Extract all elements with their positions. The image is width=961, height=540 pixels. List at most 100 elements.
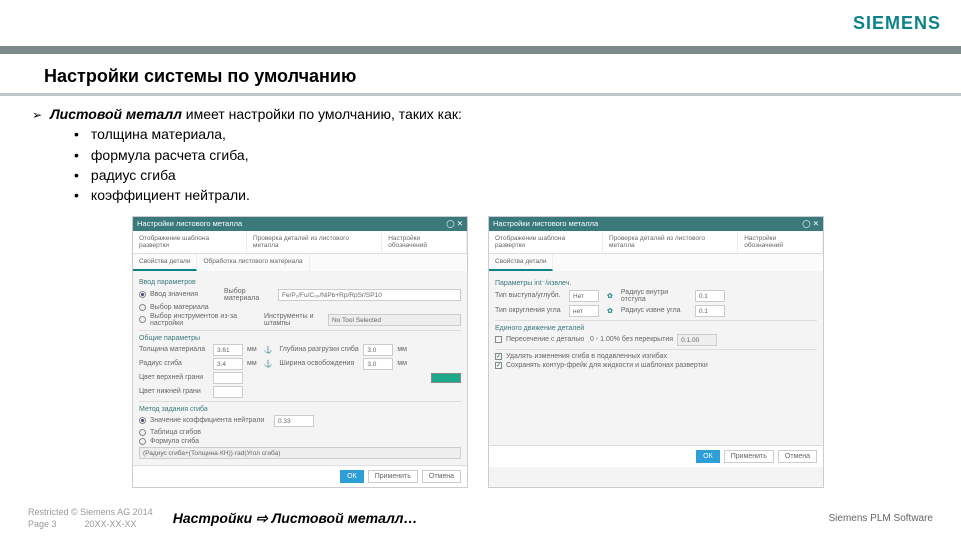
radio-bendtable[interactable] [139, 429, 146, 436]
lbl-010: 0 - 1.00% без перекрытия [590, 336, 673, 343]
radio-neutral[interactable] [139, 417, 146, 424]
footer-caption: Настройки ⇨ Листовой металл… [153, 510, 829, 527]
dot-icon: • [74, 165, 79, 185]
lbl-width: Ширина освобождения [279, 360, 359, 367]
help-icon[interactable]: ◯ [446, 219, 454, 228]
btn-cancel-2[interactable]: Отмена [778, 450, 817, 463]
field-r2[interactable]: 0.1 [695, 305, 725, 317]
tab-annotations[interactable]: Настройки обозначений [382, 231, 467, 253]
gray-band [0, 46, 961, 54]
dialog2-titlebar[interactable]: Настройки листового металла ◯✕ [489, 217, 823, 231]
radio-formula[interactable] [139, 438, 146, 445]
slide-title: Настройки системы по умолчанию [0, 54, 961, 93]
tab-validation-2[interactable]: Проверка деталей из листового металла [603, 231, 738, 253]
lbl-formula: Формула сгиба [150, 438, 199, 445]
divider [495, 320, 817, 321]
btn-cancel[interactable]: Отмена [422, 470, 461, 483]
tab-flat-pattern[interactable]: Отображение шаблона развертки [133, 231, 247, 253]
lead-bold: Листовой металл [50, 106, 182, 122]
btn-ok[interactable]: ОК [340, 470, 364, 483]
chk-pass[interactable] [495, 336, 502, 343]
field-width[interactable]: 3.0 [363, 358, 393, 370]
radio-tooldef[interactable] [139, 316, 146, 323]
subtab-processing[interactable]: Обработка листового материала [197, 254, 309, 271]
subtab-part-props-2[interactable]: Свойства детали [489, 254, 553, 271]
tab-flat-pattern-2[interactable]: Отображение шаблона развертки [489, 231, 603, 253]
row-tool: Выбор инструментов из-за настройки Инстр… [139, 313, 461, 327]
bullet-1: •толщина материала, [74, 124, 929, 144]
dialog1-title: Настройки листового металла [137, 219, 242, 228]
field-neutral[interactable]: 0.33 [274, 415, 314, 427]
tab-annotations-2[interactable]: Настройки обозначений [738, 231, 823, 253]
field-thickness[interactable]: 3.61 [213, 344, 243, 356]
bullet-2: •формула расчета сгиба, [74, 145, 929, 165]
swatch-top[interactable] [213, 372, 243, 384]
close-icon[interactable]: ✕ [813, 219, 819, 228]
bullet-3: •радиус сгиба [74, 165, 929, 185]
subtab-part-props[interactable]: Свойства детали [133, 254, 197, 271]
dialogs-row: Настройки листового металла ◯✕ Отображен… [32, 216, 929, 488]
dialog-sheetmetal-2: Настройки листового металла ◯✕ Отображен… [488, 216, 824, 488]
arrow-icon: ➢ [32, 107, 42, 124]
radio-material[interactable] [139, 304, 146, 311]
lbl-top-color: Цвет верхней грани [139, 374, 209, 381]
lbl-type: Тип выступа/углубл. [495, 292, 565, 299]
lbl-bendtable: Таблица сгибов [150, 429, 201, 436]
field-type[interactable]: Нет [569, 290, 599, 302]
page-number: Page 3 [28, 519, 57, 529]
caption-a: Настройки [173, 510, 256, 526]
sub-bullets: •толщина материала, •формула расчета сги… [32, 124, 929, 205]
field-prop-value[interactable]: Fe/P₂/Fu/C₃₀/NiPb+Rp/RpSr/SP10 [278, 289, 461, 301]
btn-apply-2[interactable]: Применить [724, 450, 774, 463]
field-010: 0.1.00 [677, 334, 717, 346]
dialog1-buttons: ОК Применить Отмена [133, 465, 467, 487]
field-ang[interactable]: нет [569, 305, 599, 317]
lbl-neutral: Значение коэффициента нейтрали [150, 417, 270, 424]
close-icon[interactable]: ✕ [457, 219, 463, 228]
field-r1[interactable]: 0.1 [695, 290, 725, 302]
field-radius[interactable]: 3.4 [213, 358, 243, 370]
lbl-del: Удалять изменения сгиба в подавленных из… [506, 353, 667, 360]
dot-icon: • [74, 124, 79, 144]
divider [139, 401, 461, 402]
lbl-bot-color: Цвет нижней грани [139, 388, 209, 395]
tab-validation[interactable]: Проверка деталей из листового металла [247, 231, 382, 253]
lead-rest: имеет настройки по умолчанию, таких как: [182, 106, 462, 122]
lbl-properties: Ввод значения [150, 291, 220, 298]
row-formula: Формула сгиба [139, 438, 461, 445]
dot-icon: • [74, 145, 79, 165]
row-save: Сохранять контур-фрейк для жидкости и ша… [495, 362, 817, 369]
lbl-propsel: Выбор материала [224, 288, 274, 302]
bullet-text: коэффициент нейтрали. [91, 185, 250, 205]
dialog2-subtabs: Свойства детали [489, 254, 823, 271]
radio-properties[interactable] [139, 291, 146, 298]
top-bar: SIEMENS [0, 0, 961, 46]
row-formula-text: (Радиус сгиба+(Толщина·КН))·rad(Угол сги… [139, 447, 461, 459]
dialog1-titlebar[interactable]: Настройки листового металла ◯✕ [133, 217, 467, 231]
btn-apply[interactable]: Применить [368, 470, 418, 483]
unit-mm3: мм [247, 360, 257, 367]
field-depth[interactable]: 3.0 [363, 344, 393, 356]
field-formula: (Радиус сгиба+(Толщина·КН))·rad(Угол сги… [139, 447, 461, 459]
btn-ok-2[interactable]: ОК [696, 450, 720, 463]
sec-input: Ввод параметров [139, 279, 461, 286]
unit-mm: мм [247, 346, 257, 353]
row-thick: Толщина материала 3.61 мм ⚓ Глубина разг… [139, 344, 461, 356]
gear-icon2[interactable]: ✿ [607, 307, 613, 315]
lbl-radius: Радиус сгиба [139, 360, 209, 367]
sec-params2: Параметры int⁻/извлеч. [495, 279, 817, 287]
help-icon[interactable]: ◯ [802, 219, 810, 228]
lbl-r2: Радиус извне угла [621, 307, 691, 314]
swatch-green[interactable] [431, 373, 461, 383]
row-pass: Пересечение с деталью 0 - 1.00% без пере… [495, 334, 817, 346]
gear-icon[interactable]: ✿ [607, 292, 613, 300]
chk-del[interactable] [495, 353, 502, 360]
lbl-r1: Радиус внутри отступа [621, 289, 691, 303]
lbl-pass: Пересечение с деталью [506, 336, 586, 343]
swatch-bot[interactable] [213, 386, 243, 398]
bullet-4: •коэффициент нейтрали. [74, 185, 929, 205]
dialog1-subtabs: Свойства детали Обработка листового мате… [133, 254, 467, 271]
footer-meta: Page 3 20XX-XX-XX [28, 519, 153, 529]
chk-save[interactable] [495, 362, 502, 369]
sec-self: Единого движение деталей [495, 325, 817, 332]
